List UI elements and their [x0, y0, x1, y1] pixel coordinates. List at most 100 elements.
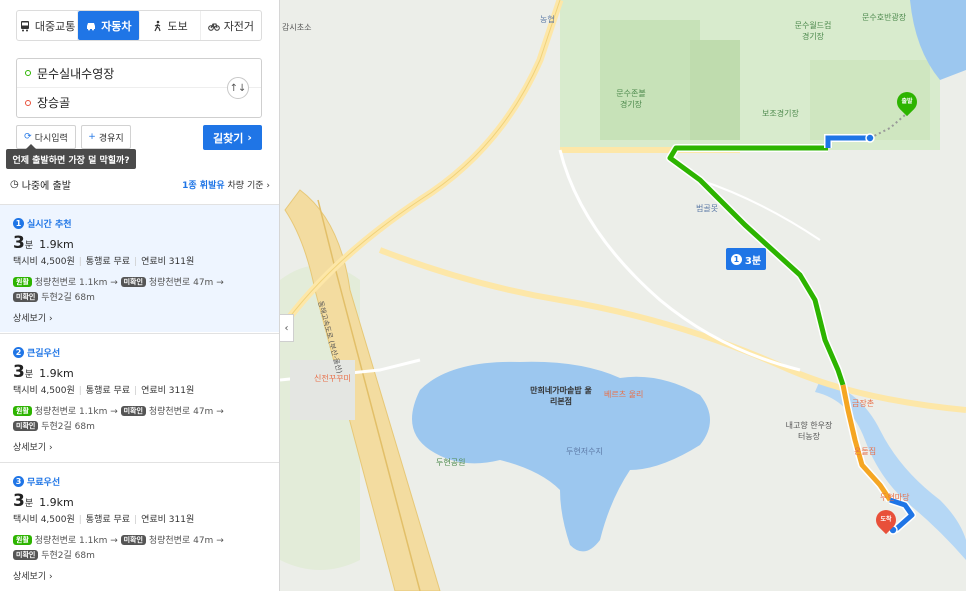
collapse-panel-button[interactable]: ‹	[280, 314, 294, 342]
route-title-label: 무료우선	[27, 477, 61, 488]
search-route-button[interactable]: 길찾기 ›	[203, 125, 262, 150]
plus-icon: +	[88, 132, 96, 142]
route-minutes: 3	[13, 233, 25, 253]
refresh-icon: ⟳	[24, 132, 32, 142]
traffic-badge: 미확인	[13, 292, 39, 302]
route-taxi: 택시비 4,500원	[13, 386, 75, 396]
map-label-ttang: 두현마당	[880, 493, 910, 502]
road-name: 두현2길	[41, 422, 72, 432]
destination-dot-icon	[25, 99, 31, 106]
route-costs: 택시비 4,500원 | 통행료 무료 | 연료비 311원	[13, 257, 195, 267]
route-toll: 통행료 무료	[85, 257, 131, 267]
route-taxi: 택시비 4,500원	[13, 515, 75, 525]
map-label-park: 두현공원	[436, 458, 466, 467]
depart-later-button[interactable]: ◷ 나중에 출발	[10, 177, 71, 192]
road-name: 청량천변로	[34, 278, 77, 288]
map-label-sinjeon: 신전꾸꾸미	[314, 374, 351, 383]
route-time-label: 3분	[744, 255, 762, 267]
map-label-jip: 온돌집	[854, 447, 877, 456]
chevron-left-icon: ‹	[284, 322, 289, 334]
route-costs: 택시비 4,500원 | 통행료 무료 | 연료비 311원	[13, 515, 195, 525]
start-pin-label: 출발	[901, 98, 913, 105]
origin-field[interactable]: 문수실내수영장	[17, 59, 261, 88]
route-toll: 통행료 무료	[85, 386, 131, 396]
tab-bike[interactable]: 자전거	[201, 11, 261, 40]
destination-value: 장승골	[37, 96, 71, 110]
route-road-segments: 원활 청량천변로 1.1km → 미확인 청량천변로 47m → 미확인 두현2…	[13, 276, 267, 306]
route-time-badge[interactable]: 1 3분	[726, 248, 766, 270]
bike-icon	[207, 23, 220, 31]
traffic-badge: 원활	[13, 535, 32, 545]
route-distance: 1.9km	[39, 367, 74, 380]
road-name: 청량천변로	[148, 407, 191, 417]
depart-later-label: 나중에 출발	[21, 180, 71, 192]
reset-label: 다시입력	[34, 133, 68, 144]
map-label-reservoir: 두현저수지	[566, 447, 603, 456]
map-label-aux: 보조경기장	[762, 109, 799, 118]
traffic-badge: 원활	[13, 277, 32, 287]
origin-value: 문수실내수영장	[37, 66, 115, 81]
route-option-3[interactable]: 3 무료우선 3 분 1.9km 택시비 4,500원 | 통행료 무료 | 연료비 311원…	[0, 462, 279, 590]
route-title-label: 실시간 추천	[27, 219, 72, 230]
route-title-label: 큰길우선	[27, 348, 61, 359]
route-number-badge: 2	[13, 346, 24, 358]
reset-button[interactable]: ⟳ 다시입력	[16, 125, 76, 149]
search-route-label: 길찾기	[213, 131, 244, 145]
map-label-chon: 금장촌	[852, 399, 875, 408]
route-title: 1 실시간 추천	[13, 217, 267, 230]
tab-car-label: 자동차	[101, 19, 132, 33]
traffic-badge: 미확인	[120, 277, 146, 287]
route-details-link[interactable]: 상세보기 ›	[13, 569, 267, 582]
tab-bike-label: 자전거	[223, 19, 255, 33]
route-duration: 3 분 1.9km	[13, 362, 267, 382]
clock-icon: ◷	[10, 178, 19, 190]
route-details-link[interactable]: 상세보기 ›	[13, 311, 267, 324]
tab-transit[interactable]: 대중교통	[17, 11, 79, 40]
add-waypoint-button[interactable]: + 경유지	[81, 125, 131, 149]
route-option-1[interactable]: 1 실시간 추천 3 분 1.9km 택시비 4,500원 | 통행료 무료 | 연료비 31…	[0, 204, 279, 332]
road-name: 청량천변로	[34, 407, 77, 417]
origin-dot-icon	[25, 70, 31, 76]
destination-field[interactable]: 장승골	[17, 88, 227, 117]
route-duration: 3 분 1.9km	[13, 233, 267, 253]
map-label-sports: 문수존볼 경기장	[616, 89, 646, 109]
start-pin[interactable]: 출발	[892, 87, 922, 117]
road-name: 두현2길	[41, 551, 72, 561]
route-distance: 1.9km	[39, 496, 74, 509]
route-number-icon: 1	[730, 253, 742, 265]
road-name: 청량천변로	[34, 536, 77, 546]
traffic-badge: 미확인	[120, 406, 146, 416]
traffic-badge: 원활	[13, 406, 32, 416]
road-distance: 1.1km	[79, 278, 108, 288]
map-label-worldcup: 문수월드컵 경기장	[794, 21, 832, 41]
route-fuel: 연료비 311원	[141, 515, 195, 525]
route-distance: 1.9km	[39, 238, 74, 251]
fuel-type-value: 1종 휘발유	[182, 180, 225, 191]
departure-options: ◷ 나중에 출발 1종 휘발유 차량 기준 ›	[10, 176, 270, 192]
route-minutes-unit: 분	[24, 370, 34, 380]
route-details-link[interactable]: 상세보기 ›	[13, 440, 267, 453]
route-minutes: 3	[13, 491, 25, 511]
route-toll: 통행료 무료	[85, 515, 131, 525]
route-minutes: 3	[13, 362, 25, 382]
road-name: 청량천변로	[148, 278, 191, 288]
swap-button[interactable]: ↑↓	[227, 77, 249, 99]
route-details-label: 상세보기	[13, 443, 47, 453]
end-pin[interactable]: 도착	[871, 505, 901, 535]
car-icon	[87, 22, 96, 30]
bus-icon	[20, 20, 29, 31]
route-details-label: 상세보기	[13, 572, 47, 582]
map-label-nerhyang: 내고향 한우장터농장	[785, 421, 833, 441]
road-distance: 68m	[74, 551, 95, 561]
route-road-segments: 원활 청량천변로 1.1km → 미확인 청량천변로 47m → 미확인 두현2…	[13, 405, 267, 435]
route-road-segments: 원활 청량천변로 1.1km → 미확인 청량천변로 47m → 미확인 두현2…	[13, 534, 267, 564]
route-number-badge: 1	[13, 217, 24, 229]
traffic-badge: 미확인	[13, 550, 39, 560]
route-fuel: 연료비 311원	[141, 386, 195, 396]
tab-car[interactable]: 자동차	[78, 11, 140, 40]
tab-walk[interactable]: 도보	[140, 11, 201, 40]
fuel-type-selector[interactable]: 1종 휘발유 차량 기준 ›	[182, 178, 270, 191]
route-title: 3 무료우선	[13, 475, 267, 488]
end-pin-label: 도착	[880, 516, 892, 523]
route-option-2[interactable]: 2 큰길우선 3 분 1.9km 택시비 4,500원 | 통행료 무료 | 연료비 311원…	[0, 333, 279, 461]
